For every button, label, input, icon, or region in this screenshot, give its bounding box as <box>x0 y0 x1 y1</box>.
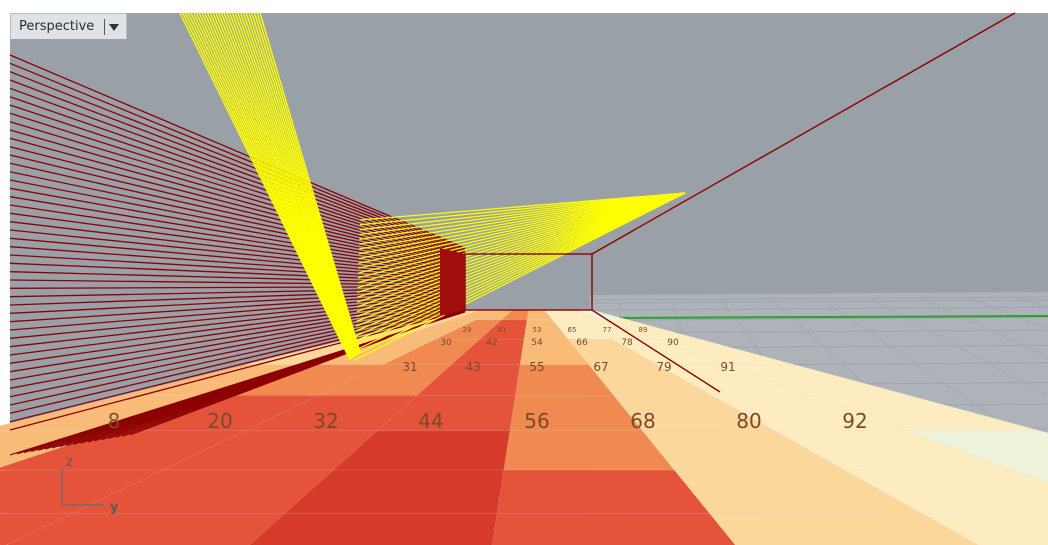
viewport-title-tab[interactable]: Perspective <box>10 13 128 39</box>
grid-value-label: 80 <box>736 409 761 433</box>
grid-value-label: 78 <box>621 338 633 348</box>
back-wall-panel <box>440 248 465 316</box>
z-axis-label: z <box>66 455 73 470</box>
grid-value-label: 41 <box>498 326 507 334</box>
grid-value-label: 77 <box>603 326 612 334</box>
grid-value-label: 56 <box>524 409 549 433</box>
grid-value-label: 79 <box>656 360 671 374</box>
grid-value-label: 55 <box>529 360 544 374</box>
grid-value-label: 66 <box>576 338 588 348</box>
grid-value-label: 67 <box>593 360 608 374</box>
grid-value-label: 89 <box>639 326 648 334</box>
grid-value-label: 43 <box>465 360 480 374</box>
grid-value-label: 68 <box>630 409 655 433</box>
viewport-title[interactable]: Perspective <box>19 19 94 34</box>
grid-value-label: 65 <box>568 326 577 334</box>
triangle-down-icon <box>109 23 120 31</box>
grid-value-label: 30 <box>440 338 452 348</box>
heat-cell <box>496 469 711 514</box>
grid-value-label: 44 <box>418 409 443 433</box>
grid-value-label: 42 <box>486 338 497 348</box>
viewport-menu-button[interactable] <box>108 19 120 35</box>
tab-separator <box>104 18 106 35</box>
grid-value-label: 54 <box>531 338 543 348</box>
rhino-viewport[interactable]: 8 20 32 44 56 68 80 92 31 43 55 67 79 91 30 42 54 66 78 9… <box>0 0 1048 545</box>
grid-value-label: 32 <box>313 409 338 433</box>
y-axis-label: y <box>110 500 119 515</box>
heat-cell <box>492 512 736 545</box>
grid-value-label: 92 <box>842 409 867 433</box>
grid-value-label: 90 <box>667 338 679 348</box>
perspective-scene[interactable]: 8 20 32 44 56 68 80 92 31 43 55 67 79 91 30 42 54 66 78 9… <box>0 0 1048 545</box>
grid-value-label: 20 <box>207 409 232 433</box>
grid-value-label: 91 <box>720 360 735 374</box>
grid-value-label: 53 <box>533 326 542 334</box>
grid-value-label: 31 <box>402 360 417 374</box>
grid-value-label: 29 <box>463 326 472 334</box>
grid-value-label: 8 <box>108 409 121 433</box>
